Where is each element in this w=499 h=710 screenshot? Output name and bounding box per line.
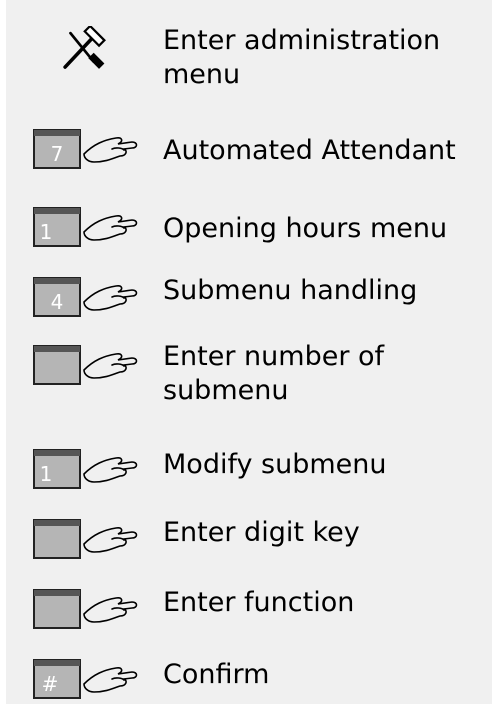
key-press-icon: 7 bbox=[33, 129, 138, 169]
key-label: # bbox=[42, 672, 59, 696]
key-press-icon bbox=[33, 519, 138, 559]
step-text: Confirm bbox=[163, 659, 270, 690]
key-label: 7 bbox=[51, 142, 64, 166]
key-press-icon bbox=[33, 589, 138, 629]
key-press-icon bbox=[33, 345, 138, 385]
step-text: Enter administration menu bbox=[163, 25, 441, 90]
key-press-icon: # bbox=[33, 659, 138, 699]
key-press-icon: 1 bbox=[33, 207, 138, 247]
key-press-icon: 1 bbox=[33, 449, 138, 489]
step-text: Modify submenu bbox=[163, 449, 387, 480]
step-text: Enter function bbox=[163, 587, 355, 618]
key-label: 1 bbox=[40, 220, 53, 244]
instruction-panel: Enter administration menu 7 Automated At… bbox=[6, 0, 492, 704]
step-text: Submenu handling bbox=[163, 275, 418, 306]
key-label: 4 bbox=[51, 290, 64, 314]
step-text: Enter digit key bbox=[163, 517, 360, 548]
tools-icon bbox=[63, 26, 106, 69]
key-label: 1 bbox=[40, 462, 53, 486]
step-text: Opening hours menu bbox=[163, 213, 448, 244]
key-press-icon: 4 bbox=[33, 277, 138, 317]
step-text: Enter number of submenu bbox=[163, 341, 385, 406]
step-text: Automated Attendant bbox=[163, 135, 456, 166]
